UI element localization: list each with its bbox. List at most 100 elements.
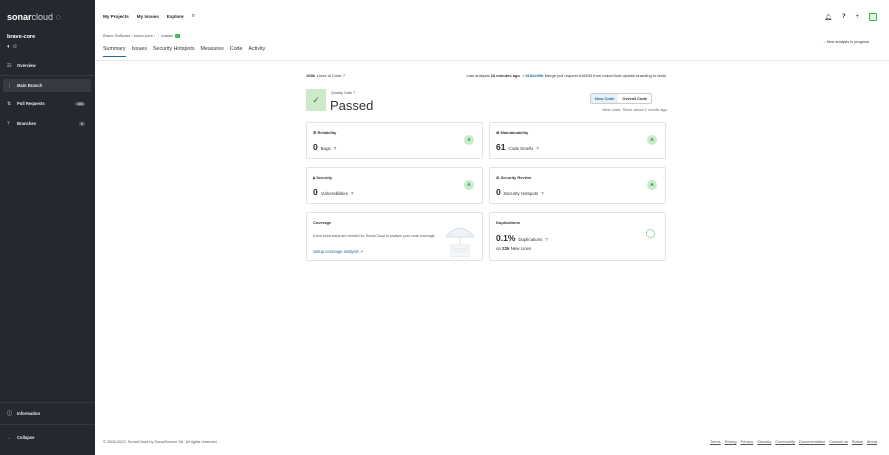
footer-link-terms[interactable]: Terms — [710, 439, 721, 444]
help-icon[interactable]: ? — [343, 73, 345, 78]
sidebar-divider — [0, 402, 95, 403]
commit-hash-link[interactable]: 0152e00b — [525, 73, 543, 78]
lock-icon: 🔒︎ — [313, 175, 316, 180]
sidebar-item-label: Pull Requests — [17, 101, 45, 106]
plus-icon[interactable]: + — [855, 14, 859, 20]
duplications-ring-icon — [646, 229, 655, 238]
background-task-label: New analysis in progress — [826, 40, 869, 44]
shield-icon: ⊘ — [496, 175, 500, 180]
footer: © 2008-2022, SonarCloud by SonarSource S… — [95, 436, 889, 448]
help-icon[interactable]: ? — [334, 146, 336, 151]
breadcrumb-project[interactable]: brave-core — [134, 33, 153, 38]
sidebar-item-label: Branches — [17, 121, 37, 126]
background-task-status[interactable]: ◌ New analysis in progress — [823, 40, 869, 44]
user-avatar[interactable] — [869, 13, 877, 21]
branch-icon: ⋮ — [156, 33, 161, 38]
sidebar-item-label: Overview — [17, 63, 36, 68]
branches-icon: ᛘ — [7, 120, 11, 127]
maintainability-rating-badge[interactable]: A — [647, 135, 657, 145]
footer-link-status[interactable]: Status — [852, 439, 863, 444]
sidebar-collapse-button[interactable]: ← Collapse — [3, 431, 91, 444]
external-link-icon: ↗ — [359, 249, 364, 254]
footer-link-documentation[interactable]: Documentation — [799, 439, 825, 444]
footer-link-community[interactable]: Community — [775, 439, 795, 444]
nav-my-issues[interactable]: My Issues — [137, 14, 159, 20]
security-hotspots-value[interactable]: 0 Security Hotspots? — [496, 187, 544, 197]
help-icon[interactable]: ? — [536, 146, 538, 151]
card-title: ⊘ Security Review — [496, 175, 532, 180]
sidebar-item-main-branch[interactable]: ⋮ Main Branch — [3, 79, 91, 92]
notifications-bell-icon[interactable]: 🔔︎ — [824, 14, 832, 21]
nav-explore[interactable]: Explore — [167, 14, 184, 20]
help-icon[interactable]: ? — [353, 91, 355, 95]
tab-code[interactable]: Code — [230, 46, 243, 57]
overall-code-button[interactable]: Overall Code — [618, 94, 651, 103]
sidebar-item-information[interactable]: ⓘ Information — [3, 407, 91, 420]
help-icon[interactable]: ? — [541, 191, 543, 196]
sidebar-item-label: Main Branch — [17, 83, 43, 88]
new-code-period-note: New code: Since about 1 month ago — [602, 107, 668, 112]
pull-request-count-badge: 183 — [75, 101, 85, 106]
tab-security-hotspots[interactable]: Security Hotspots — [153, 46, 195, 57]
footer-link-privacy[interactable]: Privacy — [741, 439, 754, 444]
branches-count-badge: 0 — [79, 121, 85, 126]
reliability-rating-badge[interactable]: A — [464, 135, 474, 145]
search-icon[interactable]: ⌕ — [192, 13, 195, 20]
last-analysis-time: 18 minutes ago — [490, 73, 520, 78]
sidebar-item-branches[interactable]: ᛘ Branches 0 — [3, 117, 91, 130]
spinner-icon: ◌ — [823, 40, 826, 44]
breadcrumb-org[interactable]: Brave Software — [103, 33, 130, 38]
footer-link-about[interactable]: About — [867, 439, 877, 444]
help-icon[interactable]: ❓︎ — [842, 14, 846, 21]
quality-gate-check-icon: ✓ — [306, 89, 326, 111]
top-navigation: My Projects My Issues Explore ⌕ — [103, 13, 195, 20]
bugs-value[interactable]: 0 Bugs? — [313, 142, 336, 152]
top-bar: My Projects My Issues Explore ⌕ 🔔︎ ❓︎ + — [95, 0, 889, 24]
star-icon[interactable]: ☆ — [12, 44, 17, 50]
duplications-value[interactable]: 0.1% Duplications? — [496, 233, 548, 243]
new-code-button[interactable]: New Code — [591, 94, 619, 103]
help-icon[interactable]: ? — [351, 191, 353, 196]
security-rating-badge[interactable]: A — [464, 180, 474, 190]
breadcrumb-branch[interactable]: master — [161, 33, 173, 38]
footer-links: Terms Pricing Privacy Security Community… — [710, 439, 877, 444]
sidebar-item-overview[interactable]: ☷ Overview — [3, 59, 91, 72]
sidebar-divider — [0, 424, 95, 425]
card-title: 🔒︎ Security — [313, 175, 333, 180]
sidebar-item-label: Information — [17, 411, 41, 416]
footer-link-pricing[interactable]: Pricing — [725, 439, 737, 444]
github-icon[interactable]: ◐ — [7, 44, 11, 50]
reliability-card: ✲ Reliability 0 Bugs? A — [306, 122, 483, 159]
vulnerabilities-value[interactable]: 0 Vulnerabilities? — [313, 187, 353, 197]
code-period-toggle: New Code Overall Code — [590, 93, 653, 104]
tab-activity[interactable]: Activity — [248, 46, 265, 57]
info-icon: ⓘ — [7, 411, 13, 417]
footer-link-security[interactable]: Security — [757, 439, 771, 444]
loc-value: 168k — [306, 73, 315, 78]
card-title: ✲ Reliability — [313, 130, 337, 135]
footer-copyright: © 2008-2022, SonarCloud by SonarSource S… — [103, 439, 218, 444]
code-smells-value[interactable]: 61 Code Smells? — [496, 142, 539, 152]
help-icon[interactable]: ? — [545, 237, 547, 242]
project-tabs: Summary Issues Security Hotspots Measure… — [103, 46, 265, 57]
bug-icon: ✲ — [313, 130, 317, 135]
coverage-card: Coverage A few extra steps are needed fo… — [306, 212, 483, 261]
sonarcloud-logo[interactable]: sonarcloud ◌ — [7, 12, 61, 22]
footer-link-contact[interactable]: Contact us — [829, 439, 848, 444]
quality-gate-status: Passed — [330, 98, 374, 113]
tab-issues[interactable]: Issues — [132, 46, 147, 57]
quality-gate-label: Quality Gate ? — [331, 91, 356, 95]
card-title: Duplications — [496, 220, 521, 225]
tab-measures[interactable]: Measures — [201, 46, 224, 57]
sidebar-item-pull-requests[interactable]: ⇅ Pull Requests 183 — [3, 97, 91, 110]
tab-summary[interactable]: Summary — [103, 46, 126, 57]
security-card: 🔒︎ Security 0 Vulnerabilities? A — [306, 167, 483, 204]
duplications-card: Duplications 0.1% Duplications? on 22k Ne… — [489, 212, 666, 261]
commit-message: Merge pull request #16633 from brave/don… — [544, 73, 666, 78]
project-name[interactable]: brave-core — [7, 34, 35, 40]
coverage-umbrella-illustration — [445, 227, 475, 258]
sidebar-divider — [0, 75, 95, 76]
security-review-rating-badge[interactable]: A — [647, 180, 657, 190]
setup-coverage-link[interactable]: Setup coverage analysis ↗ — [313, 249, 363, 254]
nav-my-projects[interactable]: My Projects — [103, 14, 129, 20]
